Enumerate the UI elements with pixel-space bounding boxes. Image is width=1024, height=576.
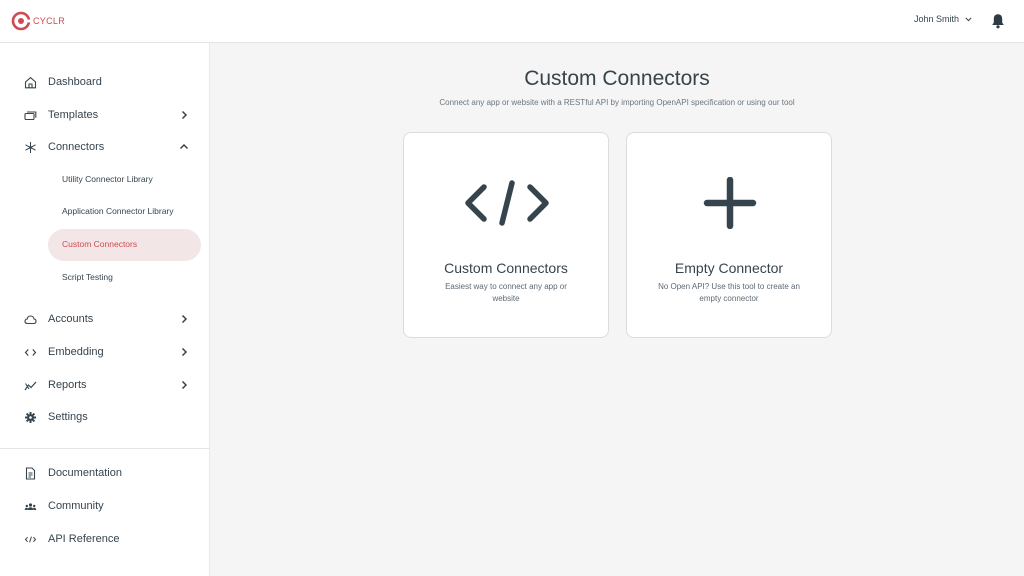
sidebar-item-label: Connectors (48, 141, 105, 153)
templates-icon (24, 111, 37, 121)
sidebar-item-reports[interactable]: Reports (0, 373, 210, 397)
sidebar-item-accounts[interactable]: Accounts (0, 307, 210, 331)
bell-icon[interactable] (991, 13, 1005, 29)
plus-icon (703, 177, 757, 229)
sidebar-item-connectors[interactable]: Connectors (0, 135, 210, 159)
card-description: Easiest way to connect any app or websit… (445, 282, 567, 303)
gear-icon (25, 412, 36, 423)
connectors-icon (25, 142, 36, 153)
card-title: Empty Connector (674, 260, 784, 276)
sidebar-item-label: Documentation (48, 467, 122, 479)
main-content: Custom Connectors Connect any app or web… (210, 43, 1024, 576)
chevron-up-icon (179, 143, 189, 150)
cloud-icon (24, 315, 37, 325)
sidebar-item-label: Accounts (48, 313, 94, 325)
sidebar-subitem-script-testing[interactable]: Script Testing (48, 262, 201, 294)
sidebar-item-templates[interactable]: Templates (0, 103, 210, 127)
logo-text: CYCLR (33, 16, 66, 26)
page-subtitle: Connect any app or website with a RESTfu… (439, 98, 795, 107)
sidebar-subitem-label: Script Testing (62, 272, 113, 282)
sidebar-item-api-reference[interactable]: API Reference (0, 527, 210, 551)
sidebar-subitem-application-connector-library[interactable]: Application Connector Library (48, 196, 201, 228)
sidebar-item-label: Embedding (48, 346, 104, 358)
sidebar-subitem-label: Utility Connector Library (62, 174, 153, 184)
card-title: Custom Connectors (444, 260, 568, 276)
chevron-right-icon (181, 380, 188, 390)
sidebar-subitem-label: Application Connector Library (62, 206, 174, 216)
sidebar-item-label: Reports (48, 379, 87, 391)
chevron-right-icon (181, 314, 188, 324)
sidebar-item-label: API Reference (48, 533, 120, 545)
user-menu[interactable]: John Smith (914, 14, 972, 24)
custom-connectors-card[interactable]: Custom Connectors Easiest way to connect… (403, 132, 609, 338)
cyclr-logo-icon (11, 11, 31, 31)
sidebar-subitem-custom-connectors[interactable]: Custom Connectors (48, 229, 201, 261)
top-bar: CYCLR John Smith (0, 0, 1024, 43)
card-description: No Open API? Use this tool to create an … (658, 282, 800, 303)
code-brackets-icon (465, 180, 549, 226)
code-icon (24, 349, 37, 356)
sidebar-item-documentation[interactable]: Documentation (0, 461, 210, 485)
cyclr-logo[interactable]: CYCLR (11, 11, 65, 31)
page-title: Custom Connectors (524, 67, 710, 90)
sidebar-subitem-utility-connector-library[interactable]: Utility Connector Library (48, 164, 201, 196)
chevron-down-icon (965, 16, 972, 21)
sidebar-item-label: Dashboard (48, 76, 102, 88)
sidebar-item-embedding[interactable]: Embedding (0, 340, 210, 364)
code-icon (24, 536, 37, 543)
sidebar-item-settings[interactable]: Settings (0, 405, 210, 429)
document-icon (25, 467, 36, 480)
reports-icon (24, 381, 37, 391)
sidebar-item-community[interactable]: Community (0, 494, 210, 518)
empty-connector-card[interactable]: Empty Connector No Open API? Use this to… (626, 132, 832, 338)
sidebar-subitem-label: Custom Connectors (62, 239, 138, 249)
chevron-right-icon (181, 110, 188, 120)
sidebar-divider (0, 448, 210, 449)
home-icon (24, 76, 37, 89)
sidebar-item-label: Community (48, 500, 104, 512)
chevron-right-icon (181, 347, 188, 357)
sidebar-item-label: Templates (48, 109, 99, 121)
sidebar: Dashboard Templates Connectors Utility C… (0, 43, 210, 576)
sidebar-item-label: Settings (48, 411, 88, 423)
sidebar-item-dashboard[interactable]: Dashboard (0, 70, 210, 94)
community-icon (24, 503, 37, 510)
user-name: John Smith (913, 14, 959, 24)
